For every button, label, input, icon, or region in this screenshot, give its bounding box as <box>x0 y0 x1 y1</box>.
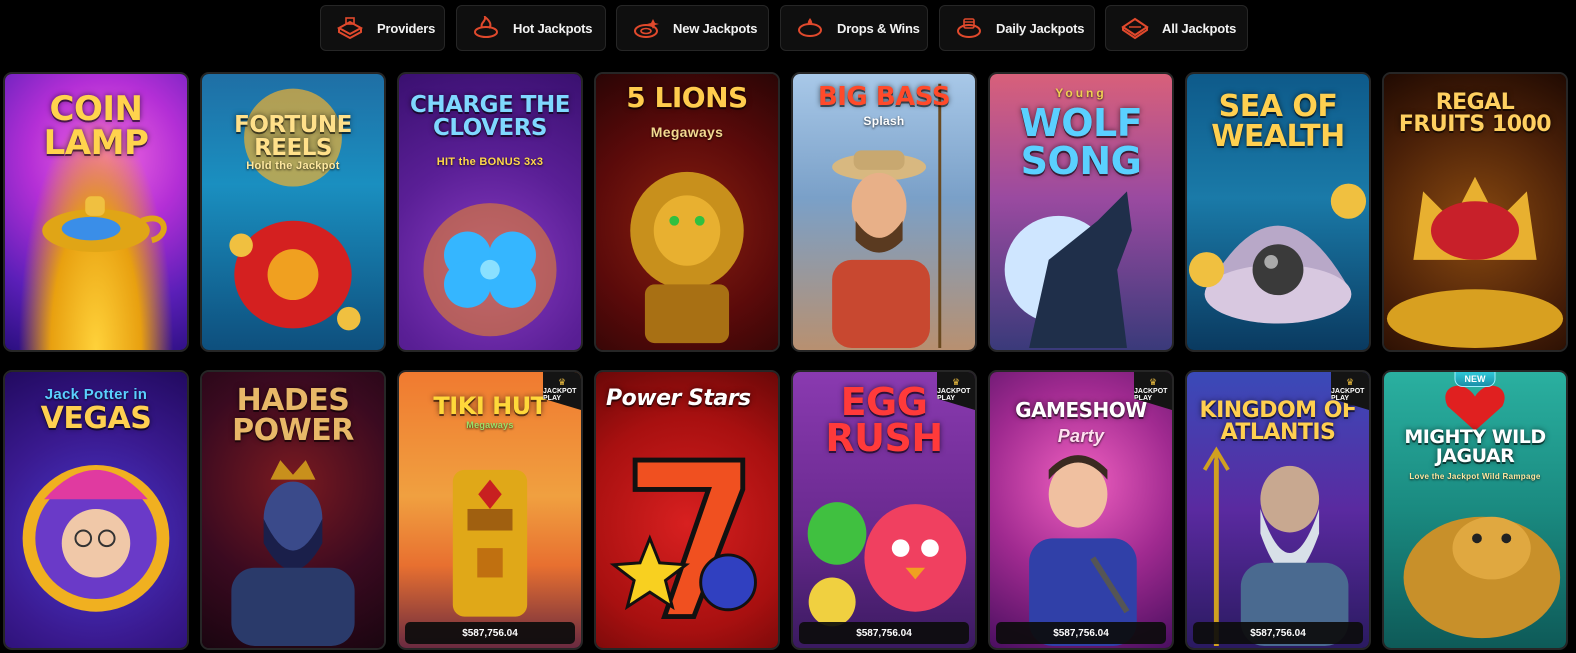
game-title: Mighty Wild Jaguar <box>1404 426 1546 467</box>
game-card-mighty-wild-jaguar[interactable]: NEW Mighty Wild Jaguar Love the Jackpot … <box>1382 370 1568 650</box>
game-card-gameshow-party[interactable]: Gameshow Party ♛ JACKPOT PLAY $587,756.04 <box>988 370 1174 650</box>
game-card-hades-power[interactable]: Hades Power <box>200 370 386 650</box>
new-badge: NEW <box>1454 372 1496 387</box>
game-card-young-wolf-song[interactable]: Young Wolf Song <box>988 72 1174 352</box>
game-title: Kingdom of Atlantis <box>1199 398 1357 445</box>
tab-providers[interactable]: Providers <box>320 5 445 51</box>
jackpot-amount: $587,756.04 <box>996 622 1166 644</box>
game-title: Wolf Song <box>1019 101 1143 183</box>
game-title: Regal Fruits 1000 <box>1398 90 1552 137</box>
game-subtitle: Megaways <box>466 420 514 430</box>
tab-hot-jackpots[interactable]: Hot Jackpots <box>456 5 606 51</box>
drops-wins-icon <box>793 13 827 43</box>
crown-icon: ♛ <box>1148 377 1158 387</box>
jackpot-amount: $587,756.04 <box>799 622 969 644</box>
tab-label: Hot Jackpots <box>513 20 593 36</box>
game-title: Coin Lamp <box>43 89 149 163</box>
tab-new-jackpots[interactable]: New Jackpots <box>616 5 769 51</box>
game-card-tiki-hut-megaways[interactable]: Tiki Hut Megaways ♛ JACKPOT PLAY $587,756… <box>397 370 583 650</box>
crown-icon: ♛ <box>951 377 961 387</box>
game-title: Charge the Clovers <box>410 92 570 141</box>
game-card-big-bass-splash[interactable]: Big Bass Splash <box>791 72 977 352</box>
game-card-5-lions-megaways[interactable]: 5 Lions Megaways <box>594 72 780 352</box>
all-jackpots-icon <box>1118 13 1152 43</box>
game-card-jack-potter-vegas[interactable]: Jack Potter in Vegas <box>3 370 189 650</box>
hot-jackpots-icon <box>469 13 503 43</box>
jackpot-amount: $587,756.04 <box>405 622 575 644</box>
providers-icon <box>333 13 367 43</box>
new-jackpots-icon <box>629 13 663 43</box>
daily-jackpots-icon <box>952 13 986 43</box>
crown-icon: ♛ <box>1345 377 1355 387</box>
game-title: 5 Lions <box>626 81 748 114</box>
game-title: Hades Power <box>232 383 354 448</box>
tab-label: Providers <box>377 20 436 36</box>
crown-icon: ♛ <box>557 377 567 387</box>
game-title: Sea of Wealth <box>1211 89 1345 154</box>
tab-label: Daily Jackpots <box>996 20 1085 36</box>
game-subtitle: Party <box>1057 426 1105 446</box>
tab-label: Drops & Wins <box>837 20 920 36</box>
game-subtitle: Love the Jackpot Wild Rampage <box>1409 472 1541 481</box>
jaguar-icon <box>1403 385 1561 639</box>
game-card-kingdom-of-atlantis[interactable]: Kingdom of Atlantis ♛ JACKPOT PLAY $587,7… <box>1185 370 1371 650</box>
game-title: Power Stars <box>606 386 751 411</box>
game-title: Fortune Reels <box>234 112 352 161</box>
tab-label: All Jackpots <box>1162 20 1237 36</box>
game-subtitle: Megaways <box>650 124 724 140</box>
game-title: Big Bass <box>817 82 951 112</box>
tab-drops-wins[interactable]: Drops & Wins <box>780 5 928 51</box>
game-card-regal-fruits-1000[interactable]: Regal Fruits 1000 <box>1382 72 1568 352</box>
jackpot-amount: $587,756.04 <box>1193 622 1363 644</box>
game-subtitle: Splash <box>863 114 905 128</box>
game-subtitle: Hold the Jackpot <box>246 160 340 172</box>
tab-label: New Jackpots <box>673 20 758 36</box>
game-card-egg-rush[interactable]: Egg Rush ♛ JACKPOT PLAY $587,756.04 <box>791 370 977 650</box>
game-card-fortune-reels[interactable]: Fortune Reels Hold the Jackpot <box>200 72 386 352</box>
game-card-charge-the-clovers[interactable]: Charge the Clovers HIT the BONUS 3x3 <box>397 72 583 352</box>
game-card-power-stars[interactable]: Power Stars <box>594 370 780 650</box>
lion-statue-icon <box>630 171 744 344</box>
game-title: Vegas <box>40 401 152 436</box>
lucky-seven-icon <box>609 457 757 620</box>
game-subtitle: Young <box>1055 86 1107 100</box>
game-card-coin-lamp[interactable]: Coin Lamp <box>3 72 189 352</box>
game-card-sea-of-wealth[interactable]: Sea of Wealth <box>1185 72 1371 352</box>
tab-all-jackpots[interactable]: All Jackpots <box>1105 5 1248 51</box>
game-title: Gameshow <box>1015 398 1147 422</box>
game-subtitle: HIT the BONUS 3x3 <box>436 156 544 168</box>
tab-daily-jackpots[interactable]: Daily Jackpots <box>939 5 1095 51</box>
